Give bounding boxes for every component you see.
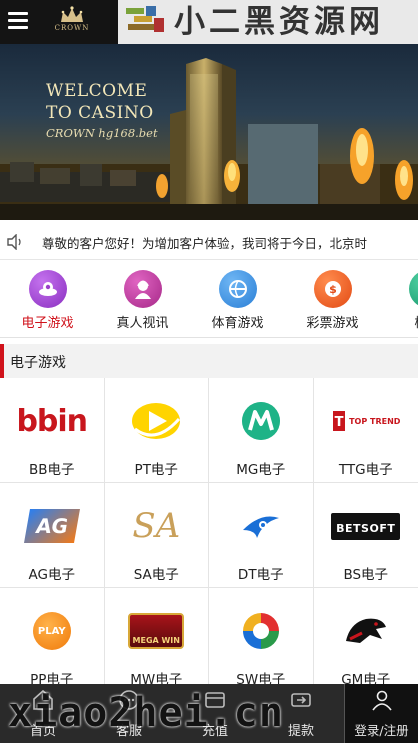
tab-electronic-games[interactable]: 电子游戏 bbox=[0, 262, 95, 337]
tab-lottery[interactable]: $ 彩票游戏 bbox=[285, 262, 380, 337]
dt-logo-icon bbox=[209, 501, 313, 551]
withdraw-icon bbox=[291, 693, 311, 707]
nav-customer-service[interactable]: 客服 bbox=[86, 684, 172, 743]
game-label: SA电子 bbox=[133, 567, 179, 583]
brand-text: 小二黑资源网 bbox=[174, 4, 384, 40]
game-mw[interactable]: MEGA WIN MW电子 bbox=[104, 588, 209, 693]
game-bbin[interactable]: bbin BB电子 bbox=[0, 378, 105, 483]
game-label: MG电子 bbox=[236, 462, 286, 478]
game-sw[interactable]: SW电子 bbox=[209, 588, 314, 693]
banner-subtitle: CROWN hg168.bet bbox=[46, 126, 158, 140]
promo-banner[interactable]: WELCOME TO CASINO CROWN hg168.bet bbox=[0, 44, 418, 220]
section-header: 电子游戏 bbox=[0, 344, 418, 378]
sports-ball-icon bbox=[218, 270, 257, 308]
game-label: DT电子 bbox=[237, 567, 284, 583]
speaker-icon bbox=[7, 234, 21, 250]
top-bar: CROWN 小二黑资源网 bbox=[0, 0, 418, 44]
user-icon bbox=[371, 690, 392, 711]
tab-label: 彩票游戏 bbox=[306, 316, 359, 331]
gm-logo-icon bbox=[314, 606, 418, 656]
svg-text:T: T bbox=[335, 415, 344, 430]
game-gm[interactable]: GM电子 bbox=[313, 588, 418, 693]
game-dt[interactable]: DT电子 bbox=[209, 483, 314, 588]
crown-logo[interactable]: CROWN bbox=[52, 6, 92, 40]
game-label: BB电子 bbox=[28, 462, 75, 478]
menu-icon[interactable] bbox=[8, 12, 28, 30]
game-label: PT电子 bbox=[134, 462, 178, 478]
nav-label: 客服 bbox=[115, 724, 142, 739]
site-brand: 小二黑资源网 bbox=[118, 0, 418, 44]
nav-deposit[interactable]: 充值 bbox=[172, 684, 258, 743]
crown-icon bbox=[61, 6, 83, 22]
nav-login-register[interactable]: 登录/注册 bbox=[344, 684, 418, 743]
home-icon bbox=[33, 689, 53, 710]
bbin-logo-icon: bbin bbox=[16, 403, 88, 439]
brand-mark-icon bbox=[126, 6, 164, 32]
game-label: BS电子 bbox=[343, 567, 389, 583]
tab-label: 棋牌 bbox=[380, 312, 418, 331]
pp-logo-icon: PLAY bbox=[0, 606, 104, 656]
logo-text: CROWN bbox=[54, 24, 90, 32]
game-grid: bbin BB电子 PT电子 MG电子 T TOP TREND TTG电子 AG… bbox=[0, 378, 418, 693]
game-mg[interactable]: MG电子 bbox=[209, 378, 314, 483]
mg-logo-icon bbox=[209, 396, 313, 446]
notice-text: 尊敬的客户您好！为增加客户体验，我司将于今日，北京时 bbox=[42, 236, 368, 251]
svg-text:$: $ bbox=[329, 283, 337, 296]
tab-label: 体育游戏 bbox=[211, 316, 264, 331]
live-dealer-icon bbox=[123, 270, 162, 308]
tab-label: 真人视讯 bbox=[116, 316, 169, 331]
game-sa[interactable]: SA SA电子 bbox=[104, 483, 209, 588]
notice-bar[interactable]: 尊敬的客户您好！为增加客户体验，我司将于今日，北京时 bbox=[0, 224, 418, 260]
sw-logo-icon bbox=[209, 606, 313, 656]
section-title: 电子游戏 bbox=[10, 355, 66, 371]
pt-logo-icon bbox=[105, 396, 209, 446]
tab-label: 电子游戏 bbox=[21, 316, 74, 331]
ag-logo-icon: AG bbox=[0, 501, 104, 551]
game-label: TTG电子 bbox=[338, 462, 393, 478]
banner-title: WELCOME TO CASINO bbox=[46, 81, 154, 123]
sa-logo-icon: SA bbox=[132, 506, 181, 546]
nav-label: 首页 bbox=[29, 724, 56, 739]
nav-label: 登录/注册 bbox=[354, 723, 409, 738]
slot-machine-icon bbox=[28, 270, 67, 308]
wallet-icon bbox=[205, 692, 225, 708]
game-ag[interactable]: AG AG电子 bbox=[0, 483, 105, 588]
nav-withdraw[interactable]: 提款 bbox=[258, 684, 344, 743]
mw-logo-icon: MEGA WIN bbox=[105, 606, 209, 656]
nav-home[interactable]: 首页 bbox=[0, 684, 86, 743]
bottom-nav: 首页 客服 充值 提款 登录/注册 bbox=[0, 684, 418, 743]
category-tabs: 电子游戏 真人视讯 体育游戏 $ 彩票游戏 棋牌 bbox=[0, 262, 418, 338]
nav-label: 充值 bbox=[201, 724, 228, 739]
tab-sports[interactable]: 体育游戏 bbox=[190, 262, 285, 337]
tab-live-video[interactable]: 真人视讯 bbox=[95, 262, 190, 337]
chat-icon bbox=[119, 690, 139, 710]
game-bs[interactable]: BETSOFT BS电子 bbox=[313, 483, 418, 588]
cards-icon bbox=[408, 270, 418, 308]
ttg-logo-icon: T TOP TREND bbox=[314, 396, 418, 446]
tab-card-games[interactable]: 棋牌 bbox=[380, 262, 418, 337]
game-ttg[interactable]: T TOP TREND TTG电子 bbox=[313, 378, 418, 483]
nav-label: 提款 bbox=[287, 724, 314, 739]
game-pp[interactable]: PLAY PP电子 bbox=[0, 588, 105, 693]
bs-logo-icon: BETSOFT bbox=[314, 501, 418, 551]
lottery-icon: $ bbox=[313, 270, 352, 308]
game-pt[interactable]: PT电子 bbox=[104, 378, 209, 483]
game-label: AG电子 bbox=[28, 567, 75, 583]
